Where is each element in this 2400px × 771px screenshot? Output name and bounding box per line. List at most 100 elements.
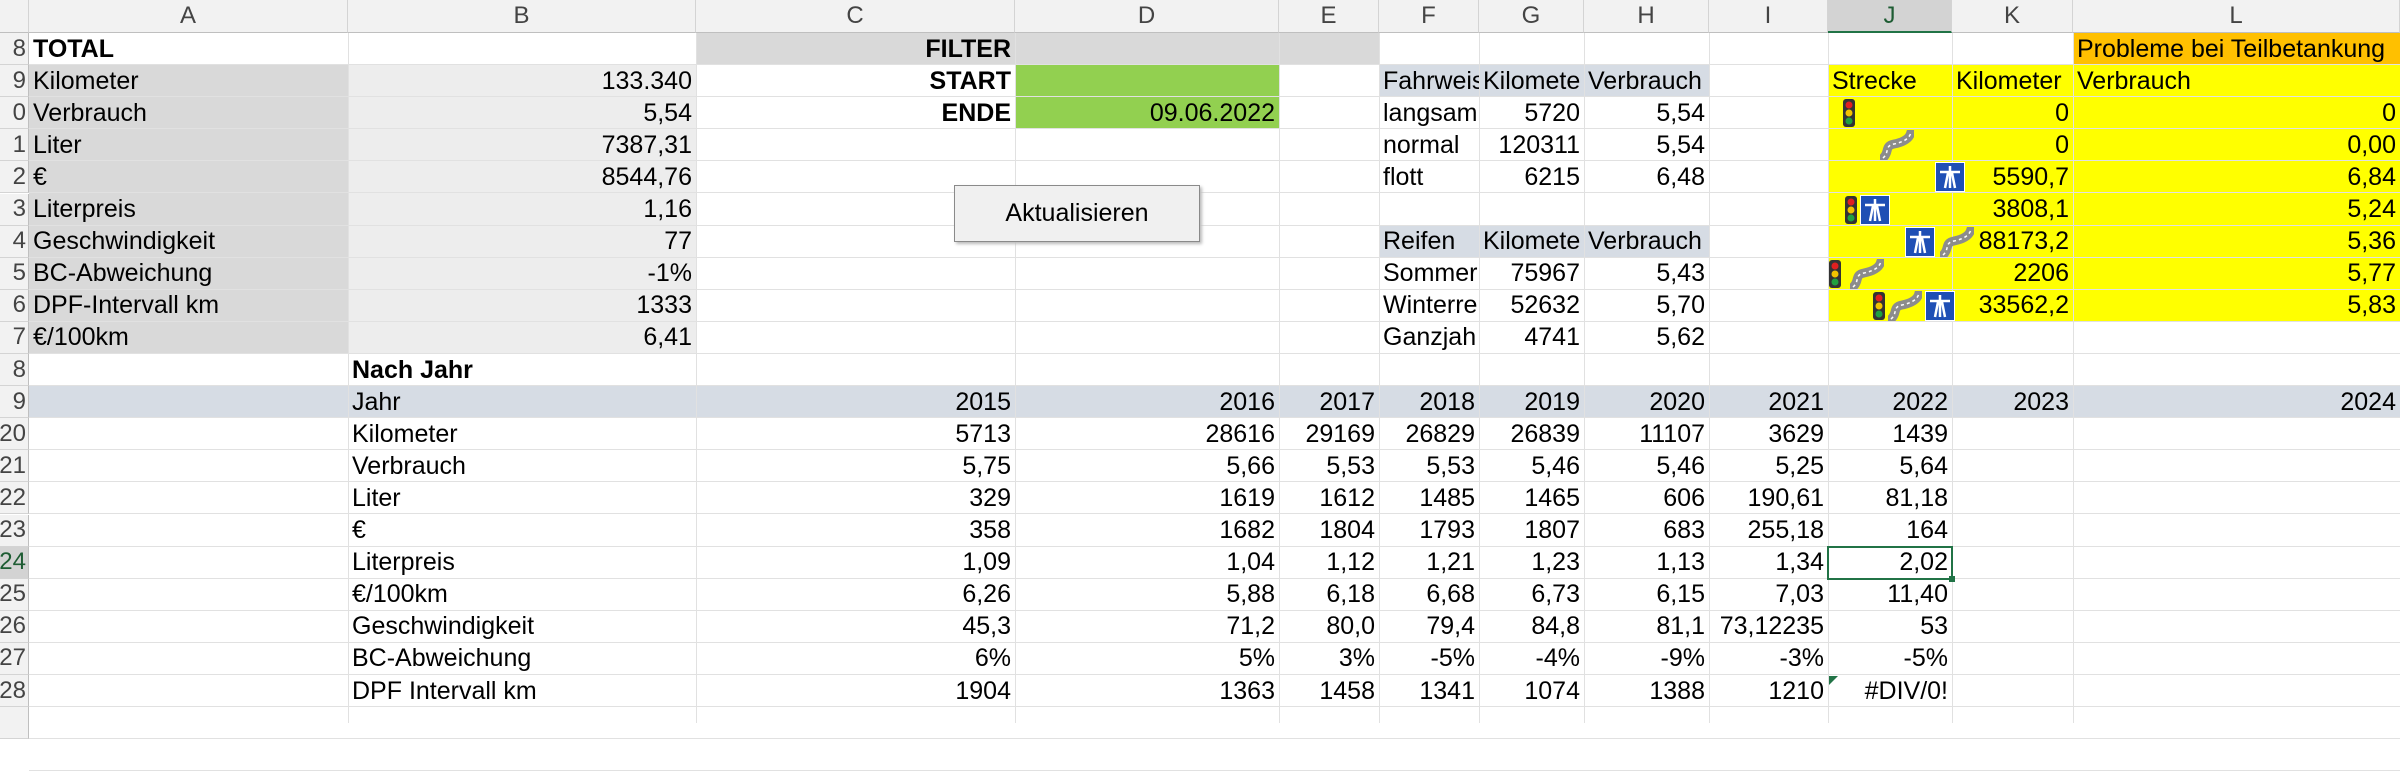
- year-value[interactable]: 1341: [1379, 675, 1479, 707]
- year-value[interactable]: 1,04: [1015, 547, 1279, 579]
- row-header[interactable]: 8: [0, 33, 29, 66]
- column-header-h[interactable]: H: [1584, 0, 1709, 33]
- year-value[interactable]: 1,13: [1584, 547, 1709, 579]
- year-value[interactable]: 73,12235: [1709, 611, 1828, 643]
- year-value[interactable]: 1363: [1015, 675, 1279, 707]
- year-value[interactable]: [1952, 675, 2073, 707]
- aktualisieren-button[interactable]: Aktualisieren: [954, 185, 1200, 242]
- column-header-i[interactable]: I: [1709, 0, 1828, 33]
- year-value[interactable]: 5,75: [696, 450, 1015, 482]
- year-value[interactable]: -3%: [1709, 643, 1828, 675]
- active-cell-border[interactable]: [1827, 545, 1953, 580]
- year-value[interactable]: 53: [1828, 611, 1952, 643]
- year-value[interactable]: 1682: [1015, 515, 1279, 547]
- year-value[interactable]: 29169: [1279, 418, 1379, 450]
- year-value[interactable]: [1952, 643, 2073, 675]
- row-header[interactable]: 9: [0, 386, 29, 419]
- year-value[interactable]: -5%: [1379, 643, 1479, 675]
- year-value[interactable]: 7,03: [1709, 579, 1828, 611]
- year-value[interactable]: 6,73: [1479, 579, 1584, 611]
- row-header[interactable]: 0: [0, 97, 29, 130]
- row-header[interactable]: 27: [0, 642, 29, 675]
- column-header-g[interactable]: G: [1479, 0, 1584, 33]
- year-value[interactable]: -4%: [1479, 643, 1584, 675]
- year-value[interactable]: 1904: [696, 675, 1015, 707]
- year-value[interactable]: 1074: [1479, 675, 1584, 707]
- year-value[interactable]: 1,23: [1479, 547, 1584, 579]
- year-value[interactable]: 3%: [1279, 643, 1379, 675]
- row-header[interactable]: 28: [0, 675, 29, 708]
- row-header[interactable]: [0, 707, 29, 740]
- year-value[interactable]: 71,2: [1015, 611, 1279, 643]
- year-value[interactable]: 5,46: [1584, 450, 1709, 482]
- year-value[interactable]: 5713: [696, 418, 1015, 450]
- year-value[interactable]: 5,66: [1015, 450, 1279, 482]
- row-header[interactable]: 4: [0, 225, 29, 258]
- column-header-e[interactable]: E: [1279, 0, 1379, 33]
- row-header[interactable]: 22: [0, 482, 29, 515]
- year-value[interactable]: 1388: [1584, 675, 1709, 707]
- year-value[interactable]: [1952, 611, 2073, 643]
- year-value[interactable]: 81,18: [1828, 482, 1952, 514]
- year-value[interactable]: 3629: [1709, 418, 1828, 450]
- row-header[interactable]: 21: [0, 450, 29, 483]
- year-value[interactable]: 5,46: [1479, 450, 1584, 482]
- year-value[interactable]: 1,09: [696, 547, 1015, 579]
- year-value[interactable]: [2073, 547, 2400, 579]
- year-value[interactable]: 79,4: [1379, 611, 1479, 643]
- year-value[interactable]: 683: [1584, 515, 1709, 547]
- year-value[interactable]: 5,64: [1828, 450, 1952, 482]
- year-value[interactable]: 190,61: [1709, 482, 1828, 514]
- year-value[interactable]: 606: [1584, 482, 1709, 514]
- row-header[interactable]: 9: [0, 65, 29, 98]
- year-value[interactable]: 26839: [1479, 418, 1584, 450]
- year-value[interactable]: 5,53: [1379, 450, 1479, 482]
- year-value[interactable]: -9%: [1584, 643, 1709, 675]
- year-value[interactable]: 6,18: [1279, 579, 1379, 611]
- year-value[interactable]: 1,21: [1379, 547, 1479, 579]
- column-header-k[interactable]: K: [1952, 0, 2073, 33]
- year-value[interactable]: 1465: [1479, 482, 1584, 514]
- year-value[interactable]: 1458: [1279, 675, 1379, 707]
- column-header-a[interactable]: A: [29, 0, 348, 33]
- year-value[interactable]: [2073, 675, 2400, 707]
- year-value[interactable]: 45,3: [696, 611, 1015, 643]
- year-value[interactable]: [2073, 643, 2400, 675]
- row-header[interactable]: 2: [0, 161, 29, 194]
- year-value[interactable]: 1793: [1379, 515, 1479, 547]
- year-value[interactable]: 5,25: [1709, 450, 1828, 482]
- fill-handle[interactable]: [1949, 575, 1955, 582]
- year-value[interactable]: 1210: [1709, 675, 1828, 707]
- year-value[interactable]: #DIV/0!: [1828, 675, 1952, 707]
- year-value[interactable]: 6,68: [1379, 579, 1479, 611]
- year-value[interactable]: 5,53: [1279, 450, 1379, 482]
- year-value[interactable]: 1,34: [1709, 547, 1828, 579]
- year-value[interactable]: [1952, 450, 2073, 482]
- year-value[interactable]: 255,18: [1709, 515, 1828, 547]
- year-value[interactable]: [2073, 418, 2400, 450]
- year-value[interactable]: 6,15: [1584, 579, 1709, 611]
- year-value[interactable]: 1,12: [1279, 547, 1379, 579]
- column-header-l[interactable]: L: [2073, 0, 2400, 33]
- filter-start-field[interactable]: [1015, 65, 1279, 97]
- year-value[interactable]: -5%: [1828, 643, 1952, 675]
- year-value[interactable]: 28616: [1015, 418, 1279, 450]
- select-all-corner[interactable]: [0, 0, 29, 33]
- year-value[interactable]: [2073, 482, 2400, 514]
- year-value[interactable]: 11,40: [1828, 579, 1952, 611]
- column-header-c[interactable]: C: [696, 0, 1015, 33]
- year-value[interactable]: 81,1: [1584, 611, 1709, 643]
- filter-end-field[interactable]: 09.06.2022: [1015, 97, 1279, 129]
- row-header[interactable]: 23: [0, 514, 29, 547]
- column-header-d[interactable]: D: [1015, 0, 1279, 33]
- year-value[interactable]: [2073, 611, 2400, 643]
- row-header[interactable]: 7: [0, 321, 29, 354]
- year-value[interactable]: 5%: [1015, 643, 1279, 675]
- year-value[interactable]: [1952, 547, 2073, 579]
- year-value[interactable]: [1952, 515, 2073, 547]
- year-value[interactable]: 164: [1828, 515, 1952, 547]
- year-value[interactable]: [1952, 418, 2073, 450]
- row-header[interactable]: 26: [0, 610, 29, 643]
- year-value[interactable]: 1612: [1279, 482, 1379, 514]
- row-header[interactable]: 1: [0, 129, 29, 162]
